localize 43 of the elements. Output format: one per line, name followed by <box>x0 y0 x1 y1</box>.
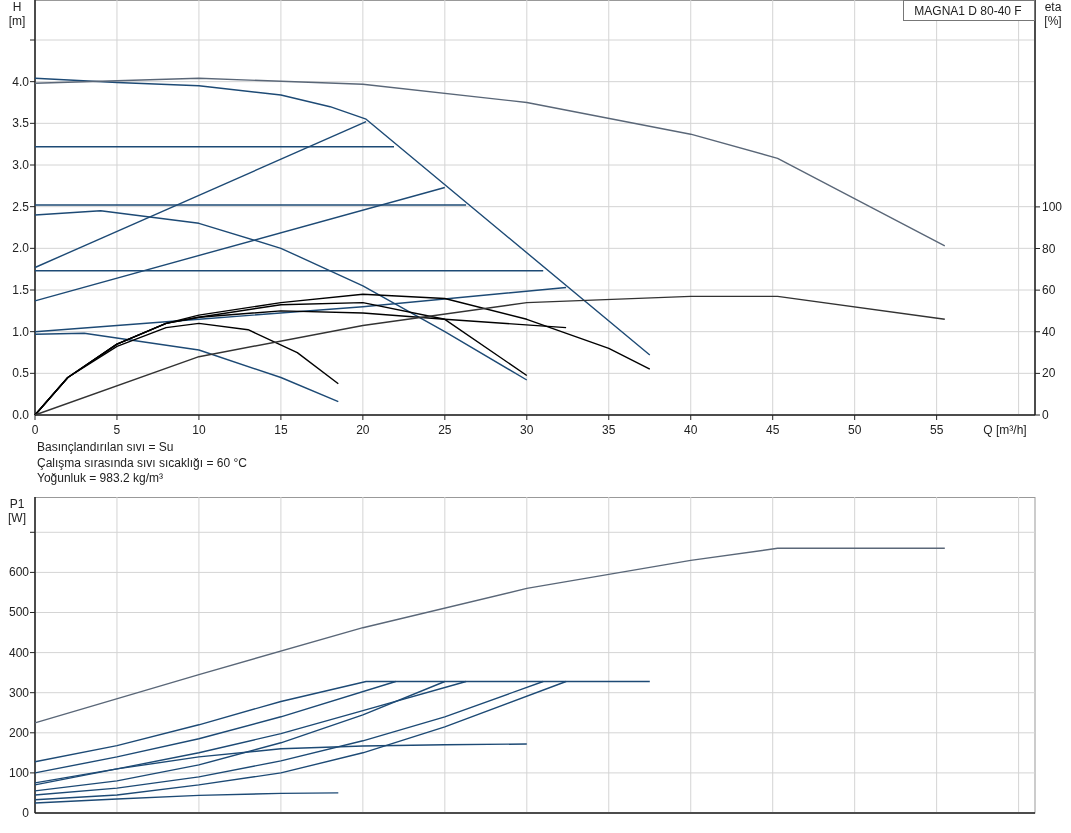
axis-tick-label: 2.0 <box>12 241 29 256</box>
axis-title: P1 [W] <box>8 497 26 525</box>
axis-tick-label: 200 <box>8 725 29 740</box>
axis-tick-label: 80 <box>1042 241 1056 256</box>
axis-tick-label: 0 <box>1042 408 1049 422</box>
axis-tick-label: 100 <box>8 765 29 780</box>
liquid-property-text: Çalışma sırasında sıvı sıcaklığı = 60 °C <box>37 455 248 471</box>
axis-tick-label: 500 <box>8 605 29 620</box>
axis-tick-label: 50 <box>848 423 862 437</box>
axis-tick-label: 100 <box>1042 199 1063 214</box>
axis-tick-label: 40 <box>684 423 698 437</box>
liquid-property-text: Yoğunluk = 983.2 kg/m³ <box>37 471 164 487</box>
axis-tick-label: 300 <box>8 685 29 700</box>
axis-tick-label: 35 <box>602 423 616 437</box>
axis-tick-label: 60 <box>1042 283 1056 298</box>
axis-title: Q [m³/h] <box>983 423 1027 437</box>
axis-tick-label: 4.0 <box>12 74 29 89</box>
chart-title: MAGNA1 D 80-40 F <box>914 4 1022 18</box>
axis-title: eta [%] <box>1044 0 1062 28</box>
axis-tick-label: 30 <box>520 423 534 437</box>
axis-tick-label: 55 <box>929 423 944 437</box>
axis-title: H [m] <box>8 0 26 28</box>
axis-tick-label: 10 <box>192 423 206 437</box>
axis-tick-label: 15 <box>274 423 288 437</box>
axis-tick-label: 1.0 <box>12 324 29 339</box>
axis-tick-label: 20 <box>356 423 370 437</box>
axis-tick-label: 40 <box>1042 324 1056 339</box>
axis-tick-label: 0.0 <box>12 408 29 422</box>
axis-tick-label: 400 <box>8 645 29 660</box>
legend-box: MAGNA1 D 80-40 F <box>903 0 1035 21</box>
axis-tick-label: 600 <box>8 565 29 580</box>
axis-tick-label: 3.5 <box>12 116 29 131</box>
axis-tick-label: 25 <box>438 423 452 437</box>
axis-tick-label: 2.5 <box>12 199 29 214</box>
liquid-property-text: Basınçlandırılan sıvı = Su <box>37 440 175 456</box>
axis-tick-label: 0.5 <box>12 366 29 381</box>
axis-tick-label: 3.0 <box>12 158 29 172</box>
axis-tick-label: 0 <box>31 423 39 437</box>
axis-tick-label: 20 <box>1042 366 1056 381</box>
axis-tick-label: 5 <box>113 423 121 437</box>
axis-tick-label: 1.5 <box>12 283 29 297</box>
axis-tick-label: 45 <box>766 423 780 437</box>
axis-tick-label: 0 <box>22 806 29 820</box>
